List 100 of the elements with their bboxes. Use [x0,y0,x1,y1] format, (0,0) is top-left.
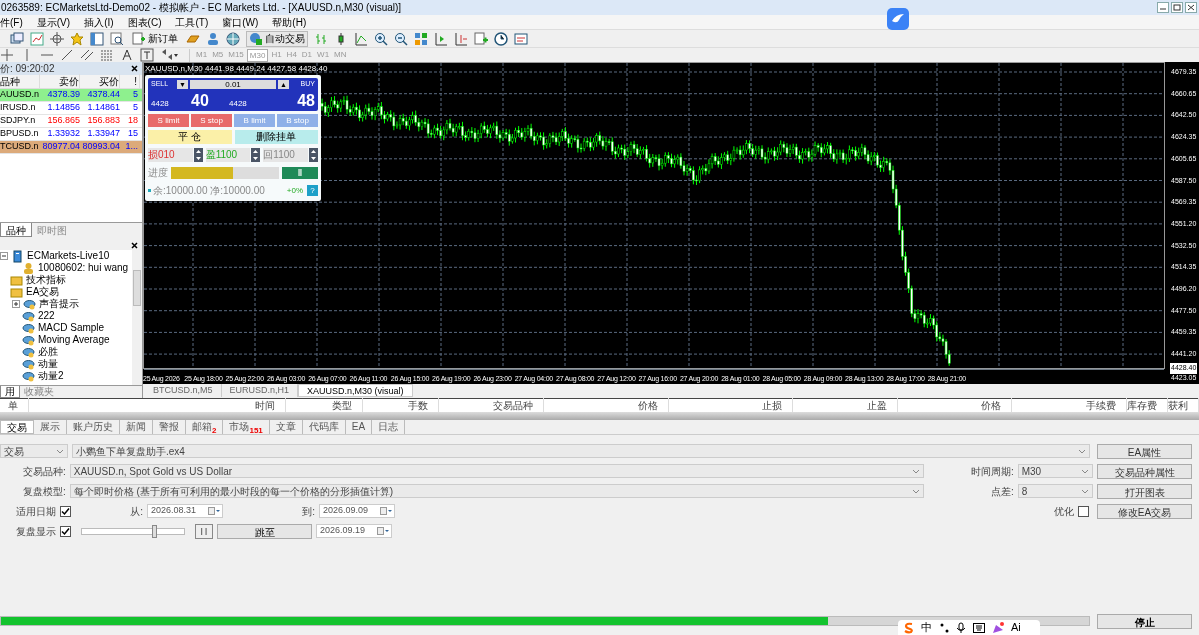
tester-button[interactable]: 打开图表 [1097,483,1192,499]
stepper-arrows-icon[interactable] [193,148,203,162]
from-date-field[interactable]: 2026.08.31 [147,504,223,518]
checkbox[interactable] [60,525,71,537]
expand-icon[interactable] [12,300,20,308]
tree-item[interactable]: 声音提示 [39,298,79,310]
close-icon[interactable] [130,240,139,250]
terminal-tab[interactable]: 账户历史 [67,420,120,434]
tree-item[interactable]: EA交易 [26,286,60,298]
delete-orders-button[interactable]: 删除挂单 [234,130,318,144]
period-dropdown[interactable]: M30 [1017,464,1094,478]
keyboard-icon[interactable] [973,621,985,634]
globe-icon[interactable] [226,31,240,46]
model-dropdown[interactable]: 每个即时价格 (基于所有可利用的最小时段的每一个价格的分形插值计算) [69,484,925,498]
tree-item[interactable]: 动量 [38,358,58,370]
arrows-dropdown-icon[interactable] [160,48,179,62]
new-order-button[interactable]: 新订单 [130,30,180,47]
tester-button[interactable]: 修改EA交易 [1097,503,1192,519]
menu-item[interactable]: 插入(I) [84,14,114,30]
tester-button[interactable]: 交易品种属性 [1097,463,1192,479]
punctuation-icon[interactable] [939,622,949,633]
stepper-arrows-icon[interactable] [309,148,318,162]
pause-button[interactable]: ‖ [282,166,318,179]
microphone-icon[interactable] [956,621,966,634]
zoom-out-icon[interactable] [394,31,408,46]
tree-item[interactable]: ECMarkets-Live10 [27,250,110,262]
tree-item[interactable]: MACD Sample [38,322,105,334]
collapse-icon[interactable] [0,252,8,260]
terminal-tab[interactable]: EA [345,420,373,434]
expert-type-dropdown[interactable]: 交易 [0,444,68,458]
menu-item[interactable]: 帮助(H) [272,14,307,30]
terminal-tab[interactable]: 交易 [0,420,34,434]
person-icon[interactable] [206,31,220,46]
scrollbar[interactable] [132,250,142,385]
skip-date-field[interactable]: 2026.09.19 [316,524,392,538]
auto-scroll-icon[interactable] [454,31,468,46]
terminal-tab[interactable]: 邮箱$_{2}$ [186,420,224,434]
highlighted-row[interactable]: TCUSD.n 80977.04 80993.04 1... [0,141,142,154]
highlighted-row[interactable]: AUUSD.n 4378.39 4378.44 5 [0,89,142,102]
auto-trading-button[interactable]: 自动交易 [246,30,308,47]
checkbox[interactable] [1078,505,1089,517]
windows-icon[interactable] [10,31,24,46]
trendline-icon[interactable] [60,48,74,62]
tree-item[interactable]: 技术指标 [26,274,66,286]
sell-pips[interactable]: 40 [175,92,225,110]
terminal-tab[interactable]: 展示 [34,420,67,434]
checkbox[interactable] [60,505,71,517]
maximize-icon[interactable] [1171,2,1183,13]
chart-icon[interactable] [30,31,44,46]
text-label-icon[interactable] [140,48,154,62]
chart-shift-icon[interactable] [434,31,448,46]
menu-item[interactable]: 窗口(W) [222,14,259,30]
spread-dropdown[interactable]: 8 [1017,484,1094,498]
menu-item[interactable]: 工具(T) [175,14,209,30]
terminal-tab[interactable]: 新闻 [120,420,153,434]
clock-icon[interactable] [494,31,508,46]
tree-item[interactable]: 10080602: hui wang [38,262,129,274]
close-icon[interactable] [130,64,139,73]
speed-slider[interactable] [81,527,185,535]
panel-tab[interactable]: 用 [0,386,20,398]
tree-item[interactable]: 必胜 [38,346,58,358]
minimize-icon[interactable] [1157,2,1169,13]
terminal-tab[interactable]: 文章 [269,420,303,434]
terminal-tab[interactable]: 市场$_{151}$ [223,420,270,434]
indicator-plus-icon[interactable] [474,31,488,46]
input-method-logo-icon[interactable] [903,621,914,634]
to-date-field[interactable]: 2026.09.09 [319,504,395,518]
menu-item[interactable]: 显示(V) [36,14,71,30]
crosshair-icon[interactable] [50,31,64,46]
tester-button[interactable]: EA属性 [1097,443,1192,459]
terminal-tab[interactable]: 警报 [153,420,186,434]
cursor-cross-icon[interactable] [0,48,14,62]
close-position-button[interactable]: 平 仓 [148,130,232,144]
window-icon[interactable] [90,31,104,46]
chart-tab[interactable]: BTCUSD.n,M5 [145,384,222,397]
terminal-tab[interactable]: 日志 [372,420,406,434]
ai-button[interactable]: Ai [1011,619,1021,635]
pause-button[interactable]: | | [195,523,213,539]
zoom-in-icon[interactable] [374,31,388,46]
star-icon[interactable] [70,31,84,46]
expert-dropdown[interactable]: 小鹦鱼下单复盘助手.ex4 [72,444,1090,458]
chart-tab[interactable]: XAUUSD.n,M30 (visual) [298,384,413,397]
terminal-tab[interactable]: 代码库 [302,420,346,434]
tree-item[interactable]: Moving Average [38,334,110,346]
channel-icon[interactable] [80,48,94,62]
panel-tab[interactable]: 品种 [0,223,32,237]
menu-item[interactable]: 图表(C) [127,14,162,30]
line-chart-icon[interactable] [354,31,368,46]
tree-item[interactable]: 222 [38,310,55,322]
tree-item[interactable]: 动量2 [38,370,64,382]
template-icon[interactable] [514,31,528,46]
menu-item[interactable]: 件(F) [0,14,23,30]
lot-field[interactable]: 0.01 [190,80,276,89]
skip-to-button[interactable]: 跳至 [217,523,312,539]
buy-pips[interactable]: 48 [253,92,315,110]
symbol-dropdown[interactable]: XAUUSD.n, Spot Gold vs US Dollar [69,464,925,478]
tile-windows-icon[interactable] [414,31,428,46]
stepper-arrows-icon[interactable] [251,148,261,162]
close-icon[interactable] [1185,2,1197,13]
magnifier-icon[interactable] [110,31,124,46]
